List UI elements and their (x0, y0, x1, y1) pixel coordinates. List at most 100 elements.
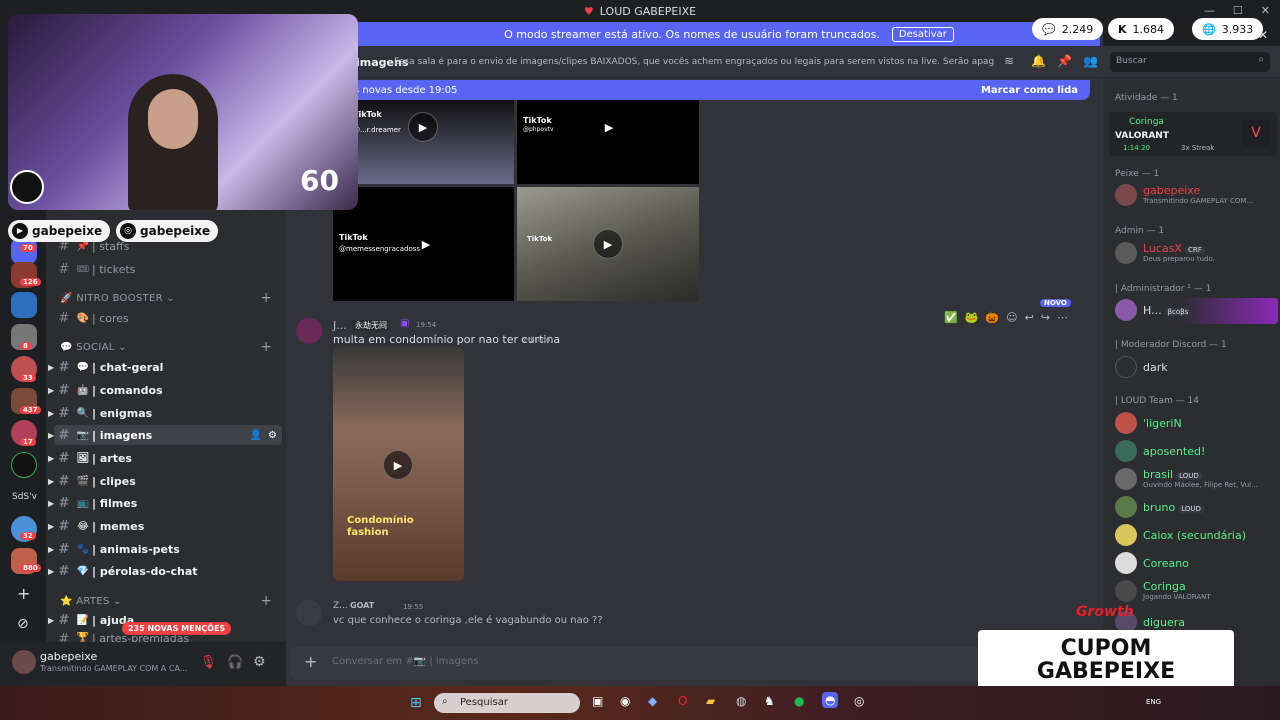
valorant-icon: V (1243, 120, 1269, 146)
channel-perolas-do-chat[interactable]: ▶ # 💎 | pérolas-do-chat (48, 561, 282, 581)
mark-as-read-button[interactable]: Marcar como lida (981, 85, 1078, 96)
more-icon[interactable]: ⋯ (1057, 311, 1068, 324)
add-reaction-icon[interactable]: ☺ (1006, 311, 1017, 324)
category-artes[interactable]: ⭐ ARTES ⌄ (60, 596, 122, 607)
message-time: 19:54 (416, 321, 437, 329)
app-icon[interactable]: ◆ (648, 694, 657, 708)
channel-comandos[interactable]: ▶ # 🤖 | comandos (48, 380, 282, 400)
folder-icon[interactable]: ▰ (706, 694, 715, 708)
member-item[interactable]: Caiox (secundária) (1113, 523, 1278, 549)
category-nitro-booster[interactable]: 🚀 NITRO BOOSTER ⌄ (60, 293, 175, 304)
task-view-icon[interactable]: ▣ (592, 694, 603, 708)
message-author[interactable]: J... (333, 319, 347, 332)
taskbar-search[interactable]: ⌕ Pesquisar (434, 693, 580, 713)
user-settings-icon[interactable]: ⚙ (253, 654, 266, 670)
video-attachment[interactable]: TikTok ▶ (517, 187, 699, 301)
server-label[interactable]: SdS'v (12, 492, 37, 502)
channel-animais-pets[interactable]: ▶ # 🐾 | animais-pets (48, 539, 282, 559)
video-attachment[interactable]: TikTok @...r.dreamer ▶ (333, 100, 514, 184)
channel-tickets[interactable]: # 🎟 | tickets (54, 259, 282, 279)
member-item[interactable]: dark (1113, 355, 1278, 381)
reaction-icon[interactable]: 🐸 (965, 311, 979, 324)
activity-card[interactable]: Coringa VALORANT 1:14:20 3x Streak V (1109, 112, 1277, 156)
search-input[interactable]: Buscar ⌕ (1110, 52, 1270, 72)
minimize-button[interactable]: — (1204, 4, 1215, 17)
hash-icon: # (58, 541, 70, 557)
forward-icon[interactable]: ↪ (1041, 311, 1050, 324)
invite-icon[interactable]: 👤 (250, 430, 262, 441)
youtube-handle: gabepeixe (32, 224, 103, 238)
new-mentions-badge[interactable]: 235 NOVAS MENÇÕES (122, 622, 232, 635)
play-icon[interactable]: ▶ (411, 229, 441, 259)
steam-icon[interactable]: ◍ (736, 694, 746, 708)
attach-icon[interactable]: + (304, 652, 317, 671)
bell-icon[interactable]: 🔔 (1031, 54, 1046, 68)
member-item[interactable]: Coreano (1113, 551, 1278, 577)
video-attachment[interactable]: ▶ Condomínio fashion (333, 347, 464, 581)
server-icon[interactable] (11, 452, 37, 478)
close-button[interactable]: ✕ (1261, 4, 1270, 17)
avatar[interactable] (296, 318, 322, 344)
caret-icon: ▶ (48, 498, 55, 508)
play-icon[interactable]: ▶ (383, 450, 413, 480)
check-reaction-icon[interactable]: ✅ (944, 311, 958, 324)
channel-cores[interactable]: # 🎨 | cores (54, 308, 282, 328)
avatar[interactable] (12, 650, 36, 674)
channel-topic[interactable]: Essa sala é para o envio de imagens/clip… (394, 57, 994, 67)
discord-icon[interactable]: ◓ (822, 692, 839, 708)
threads-icon[interactable]: ≋ (1004, 54, 1014, 68)
username[interactable]: gabepeixe (40, 650, 97, 663)
windows-start-icon[interactable]: ⊞ (410, 695, 422, 711)
video-attachment[interactable]: TikTok @memessengracadoss ▶ (333, 187, 514, 301)
role-tag: 永劫无间 (352, 320, 390, 331)
member-item[interactable]: H... βcoβs (1113, 298, 1278, 324)
disable-streamer-button[interactable]: Desativar (891, 26, 954, 42)
reaction-icon[interactable]: 🎃 (985, 311, 999, 324)
play-icon[interactable]: ▶ (594, 112, 624, 142)
app-icon[interactable]: ◉ (620, 694, 630, 708)
channel-chat-geral[interactable]: ▶ # 💬 | chat-geral (48, 357, 282, 377)
member-item[interactable]: LucasX CRF Deus preparou tudo. (1113, 241, 1278, 267)
member-item[interactable]: aposented! (1113, 439, 1278, 465)
member-name-text: brasil (1143, 468, 1174, 481)
reply-icon[interactable]: ↩ (1025, 311, 1034, 324)
channel-clipes[interactable]: ▶ # 🎬 | clipes (48, 471, 282, 491)
add-channel-icon[interactable]: + (260, 339, 272, 355)
channel-imagens[interactable]: ▶ # 📷 | imagens 👤 ⚙ (48, 425, 282, 445)
add-server-icon[interactable]: + (17, 584, 30, 603)
opera-icon[interactable]: O (678, 694, 687, 708)
pin-icon[interactable]: 📌 (1057, 54, 1072, 68)
channel-memes[interactable]: ▶ # 😂 | memes (48, 516, 282, 536)
server-icon[interactable] (11, 292, 37, 318)
maximize-button[interactable]: ☐ (1233, 4, 1243, 17)
member-name: gabepeixe (1143, 184, 1201, 197)
member-item[interactable]: bruno LOUD (1113, 495, 1278, 521)
new-messages-bar[interactable]: s novas desde 19:05 Marcar como lida (300, 80, 1090, 100)
category-social[interactable]: 💬 SOCIAL ⌄ (60, 342, 127, 353)
close-icon[interactable]: ✕ (1258, 28, 1268, 42)
member-item[interactable]: Coringa Jogando VALORANT (1113, 579, 1278, 605)
mic-muted-icon[interactable]: 🎙 (200, 655, 217, 670)
explore-icon[interactable]: ⊘ (17, 616, 29, 632)
channel-filmes[interactable]: ▶ # 📺 | filmes (48, 493, 282, 513)
video-attachment[interactable]: TikTok @phpovtv ▶ (517, 100, 699, 184)
channel-label: | artes (92, 451, 132, 465)
message-author[interactable]: Z... (333, 601, 348, 611)
app-icon[interactable]: ♞ (764, 694, 775, 708)
play-icon[interactable]: ▶ (408, 112, 438, 142)
member-item[interactable]: brasil LOUD Ouvindo Máolee, Filipe Ret, Vu… (1113, 467, 1278, 493)
spotify-icon[interactable]: ● (794, 694, 804, 708)
avatar[interactable] (296, 600, 322, 626)
member-item[interactable]: 'ligeriN (1113, 411, 1278, 437)
channel-artes[interactable]: ▶ # 🖼 | artes (48, 448, 282, 468)
language-indicator[interactable]: ENG (1146, 698, 1161, 706)
add-channel-icon[interactable]: + (260, 593, 272, 609)
play-icon[interactable]: ▶ (593, 229, 623, 259)
add-channel-icon[interactable]: + (260, 290, 272, 306)
channel-enigmas[interactable]: ▶ # 🔍 | enigmas (48, 403, 282, 423)
member-item[interactable]: gabepeixe Transmitindo GAMEPLAY COM... (1113, 183, 1278, 209)
headphones-icon[interactable]: 🎧 (227, 655, 243, 670)
settings-icon[interactable]: ⚙ (268, 430, 277, 441)
members-icon[interactable]: 👥 (1083, 54, 1098, 68)
app-icon[interactable]: ◎ (854, 694, 864, 708)
